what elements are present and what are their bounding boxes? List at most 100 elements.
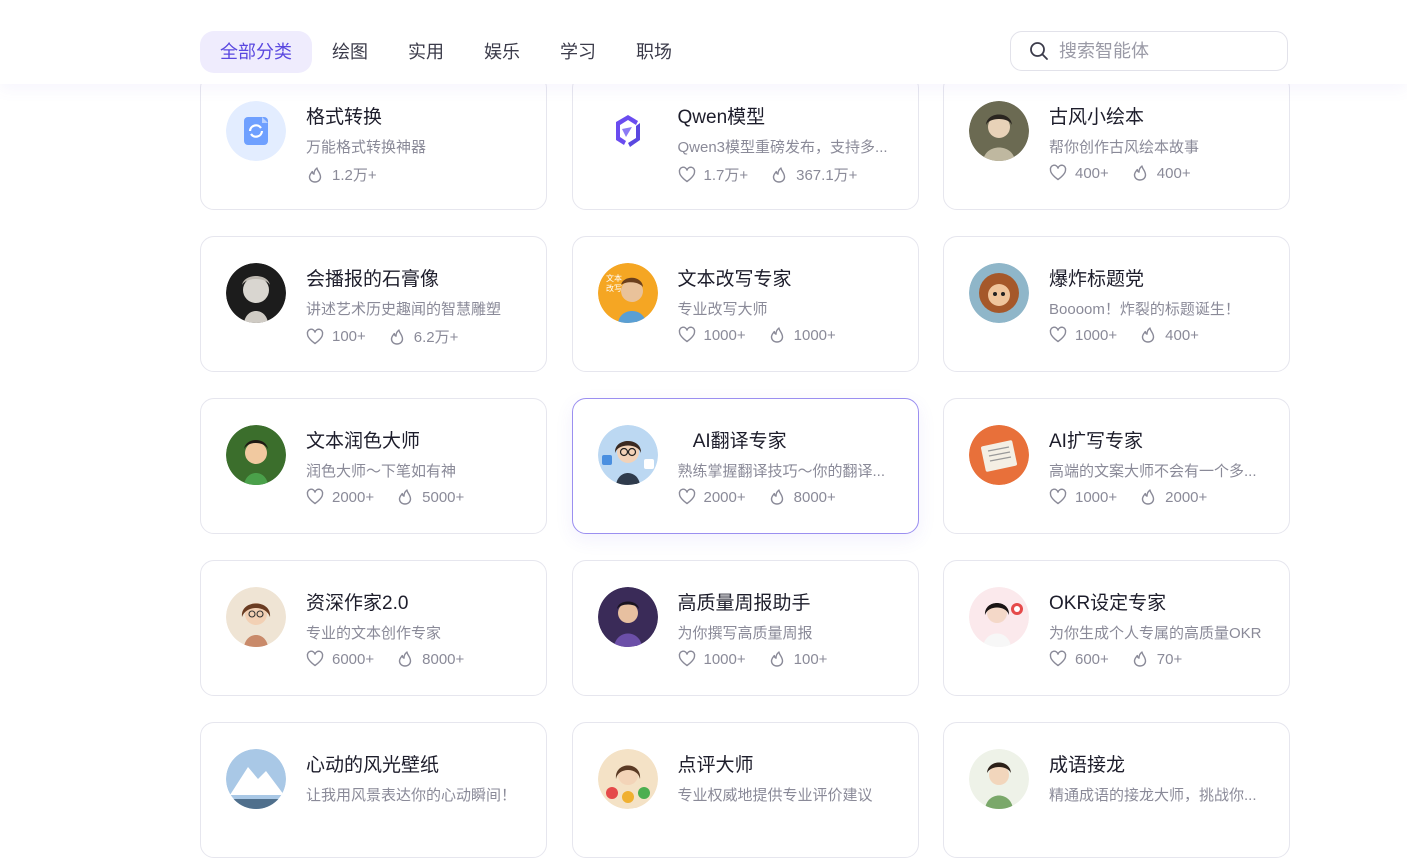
heart-icon (1049, 164, 1067, 182)
likes-stat: 600+ (1049, 650, 1109, 668)
likes-count: 1000+ (1075, 488, 1118, 506)
agent-description: 帮你创作古风绘本故事 (1049, 139, 1200, 156)
agent-stats: 2000+ 8000+ (678, 488, 858, 506)
agent-title: 会播报的石膏像 (306, 269, 440, 290)
tab-practical[interactable]: 实用 (388, 31, 464, 73)
heart-icon (678, 326, 696, 344)
agent-card[interactable]: 文本 改写 文本改写专家 专业改写大师 1000+ 1000+ (571, 236, 919, 372)
agent-title: OKR设定专家 (1049, 593, 1167, 614)
tab-learning[interactable]: 学习 (540, 31, 616, 73)
agent-description: Boooom！炸裂的标题诞生！ (1049, 301, 1240, 318)
heart-icon (1049, 650, 1067, 668)
likes-stat: 1000+ (678, 326, 746, 344)
fire-icon (1139, 326, 1157, 344)
agent-card[interactable]: 成语接龙 精通成语的接龙大师，挑战你... (943, 722, 1290, 858)
likes-stat: 1000+ (678, 650, 746, 668)
uses-count: 8000+ (793, 488, 836, 506)
agent-title: 文本润色大师 (306, 431, 421, 452)
agent-title: 高质量周报助手 (677, 593, 811, 614)
ancient-style-avatar (969, 101, 1029, 161)
likes-count: 6000+ (332, 650, 375, 668)
uses-stat: 5000+ (396, 488, 464, 506)
agent-description: 熟练掌握翻译技巧～你的翻译... (677, 463, 886, 480)
uses-count: 5000+ (422, 488, 465, 506)
plaster-statue-avatar (226, 263, 286, 323)
uses-stat: 1.2万+ (306, 164, 377, 185)
agent-card[interactable]: 文本润色大师润色大师～下笔如有神 2000+ 5000+ (200, 398, 547, 534)
agent-card[interactable]: 点评大师专业权威地提供专业评价建议 (571, 722, 919, 858)
agent-card[interactable]: Qwen模型 Qwen3模型重磅发布，支持多... 1.7万+ 367.1万+ (571, 74, 919, 210)
agent-card[interactable]: 爆炸标题党 Boooom！炸裂的标题诞生！ 1000+ 400+ (943, 236, 1290, 372)
likes-count: 1000+ (1075, 326, 1118, 344)
agent-card[interactable]: AI翻译专家 熟练掌握翻译技巧～你的翻译... 2000+ 8000+ (571, 398, 919, 534)
agent-description: 专业权威地提供专业评价建议 (677, 787, 873, 804)
likes-stat: 1000+ (1049, 326, 1117, 344)
agent-description: 润色大师～下笔如有神 (306, 463, 457, 480)
senior-writer-avatar (226, 587, 286, 647)
fire-icon (388, 328, 406, 346)
tab-drawing[interactable]: 绘图 (312, 31, 388, 73)
uses-stat: 2000+ (1139, 488, 1207, 506)
heart-icon (1049, 326, 1067, 344)
uses-stat: 6.2万+ (388, 326, 458, 347)
agent-title: 成语接龙 (1049, 755, 1126, 776)
uses-count: 400+ (1156, 164, 1191, 182)
heart-icon (306, 488, 324, 506)
agent-title: Qwen模型 (677, 107, 766, 128)
agent-description: 让我用风景表达你的心动瞬间！ (306, 787, 517, 804)
agent-card[interactable]: OKR设定专家 为你生成个人专属的高质量OKR 600+ 70+ (943, 560, 1290, 696)
agent-stats: 1000+ 2000+ (1049, 488, 1229, 506)
top-bar: 全部分类 绘图 实用 娱乐 学习 职场 (0, 0, 1407, 84)
uses-count: 70+ (1156, 650, 1183, 668)
tab-all[interactable]: 全部分类 (200, 31, 312, 73)
agent-card[interactable]: 高质量周报助手 为你撰写高质量周报 1000+ 100+ (571, 560, 919, 696)
agent-stats: 6000+ 8000+ (306, 650, 486, 668)
search-input[interactable] (1057, 39, 1281, 63)
agent-title: AI扩写专家 (1049, 431, 1143, 452)
fire-icon (1131, 650, 1149, 668)
agent-card[interactable]: 会播报的石膏像 讲述艺术历史趣闻的智慧雕塑 100+ 6.2万+ (200, 236, 547, 372)
uses-stat: 8000+ (396, 650, 464, 668)
fire-icon (768, 326, 786, 344)
agent-card[interactable]: AI扩写专家 高端的文案大师不会有一个多... 1000+ 2000+ (943, 398, 1290, 534)
weekly-report-avatar (597, 587, 658, 647)
agent-title: 格式转换 (306, 107, 383, 128)
tab-workplace[interactable]: 职场 (616, 31, 692, 73)
uses-count: 367.1万+ (796, 167, 858, 184)
agent-description: 专业的文本创作专家 (306, 625, 442, 642)
heart-icon (1049, 488, 1067, 506)
heart-icon (678, 650, 696, 668)
likes-count: 1000+ (703, 650, 746, 668)
fire-icon (770, 166, 788, 184)
okr-expert-avatar (969, 587, 1029, 647)
agent-card[interactable]: 格式转换万能格式转换神器 1.2万+ (200, 74, 547, 210)
search-icon (1030, 42, 1048, 60)
translator-avatar (597, 425, 658, 485)
tab-entertainment[interactable]: 娱乐 (464, 31, 540, 73)
agent-card[interactable]: 古风小绘本 帮你创作古风绘本故事 400+ 400+ (943, 74, 1290, 210)
agent-card[interactable]: 资深作家2.0 专业的文本创作专家 6000+ 8000+ (200, 560, 547, 696)
agent-grid: 格式转换 万能格式转换神器 1.2万+ Qwen模型 Qwen3模型重磅发布，支持多..… (200, 74, 1290, 858)
uses-count: 8000+ (422, 650, 465, 668)
agent-stats: 1000+ 100+ (678, 650, 850, 668)
agent-description: 万能格式转换神器 (306, 139, 427, 156)
likes-count: 1.7万+ (703, 167, 749, 184)
agent-stats: 1.2万+ (306, 164, 399, 185)
likes-stat: 100+ (306, 328, 366, 346)
uses-stat: 367.1万+ (770, 164, 857, 185)
uses-stat: 1000+ (768, 326, 836, 344)
format-convert-icon (226, 101, 286, 161)
agent-title: 点评大师 (677, 755, 754, 776)
agent-stats: 2000+ 5000+ (306, 488, 486, 506)
heart-icon (678, 166, 696, 184)
fire-icon (1131, 164, 1149, 182)
agent-stats: 400+ 400+ (1049, 164, 1213, 182)
likes-count: 2000+ (332, 488, 375, 506)
expand-writer-avatar (969, 425, 1029, 485)
agent-stats: 100+ 6.2万+ (306, 326, 480, 347)
agent-stats: 1000+ 1000+ (678, 326, 858, 344)
search-box[interactable] (1010, 31, 1288, 71)
fire-icon (768, 488, 786, 506)
agent-title: 爆炸标题党 (1049, 269, 1145, 290)
agent-card[interactable]: 心动的风光壁纸 让我用风景表达你的心动瞬间！ (200, 722, 547, 858)
